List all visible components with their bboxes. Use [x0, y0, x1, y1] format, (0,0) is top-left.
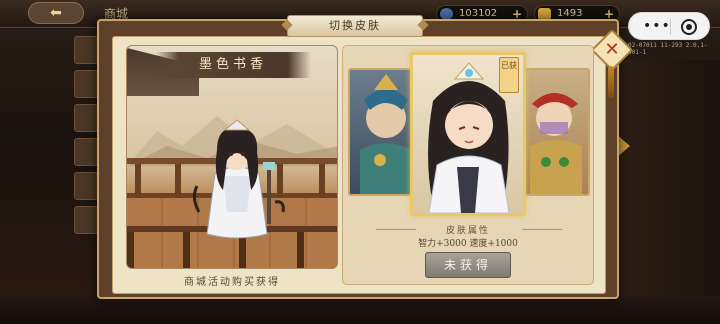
miniprogram-capsule: ••• — [628, 12, 710, 40]
not-obtained-button[interactable]: 未获得 — [425, 252, 511, 278]
close-icon: ✕ — [604, 39, 620, 60]
skin-name-banner: 墨色书香 — [155, 52, 311, 78]
tassel-ornament — [608, 66, 614, 98]
exit-target-icon[interactable] — [681, 19, 697, 35]
back-button[interactable]: ⬅ — [28, 2, 84, 24]
background-shop-panel — [618, 60, 720, 310]
capsule-divider — [670, 19, 671, 35]
skin-card-right[interactable]: 史实 — [524, 68, 590, 196]
skin-preview-panel: 墨色书香 — [126, 45, 338, 269]
skin-card-left[interactable] — [348, 68, 414, 196]
back-arrow-icon: ⬅ — [50, 5, 62, 21]
obtain-method-text: 商城活动购买获得 — [184, 277, 280, 288]
obtained-stamp-badge: 已获 — [499, 57, 519, 93]
more-dots-icon[interactable]: ••• — [643, 19, 671, 33]
skin-portrait-right — [530, 93, 582, 194]
build-version-text: 02-07011 11-293 2.0.1-401-1 — [628, 42, 708, 56]
skin-portrait-left — [360, 74, 412, 194]
background-bottom-bar — [0, 296, 720, 324]
ingot-amount: 1493 — [557, 8, 583, 19]
skin-attribute-title: 皮肤属性 — [445, 226, 490, 236]
character-chibi-figure — [192, 119, 285, 239]
dialog-title: 切换皮肤 — [287, 15, 423, 37]
skin-attribute-values: 智力+3000 速度+1000 — [418, 239, 518, 249]
divider-line — [522, 229, 562, 230]
